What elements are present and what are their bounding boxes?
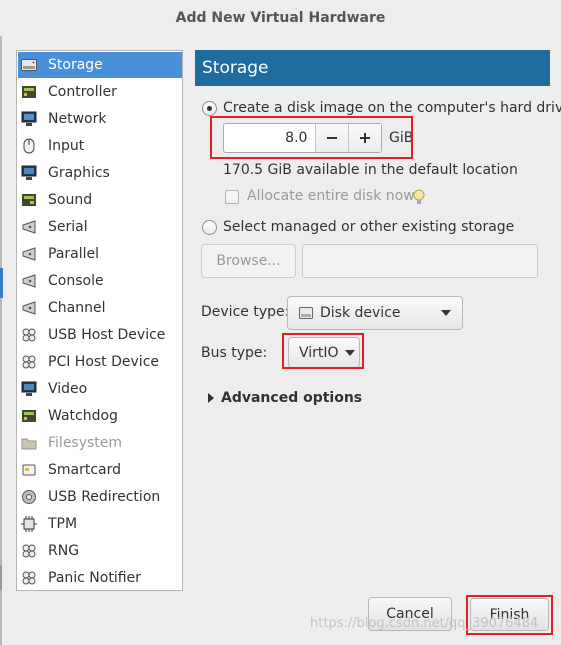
sound-card-icon [20, 191, 38, 209]
select-existing-label[interactable]: Select managed or other existing storage [223, 219, 514, 235]
monitor-icon [20, 380, 38, 398]
hw-item-label: Sound [48, 192, 93, 208]
watermark-text: https://blog.csdn.net/qq_39076484 [310, 616, 539, 631]
expander-arrow-icon[interactable] [208, 393, 214, 403]
section-header: Storage [195, 50, 550, 86]
allocate-disk-checkbox[interactable] [225, 190, 239, 204]
annotation-box-bus-type [282, 333, 364, 369]
available-space-text: 170.5 GiB available in the default locat… [223, 162, 518, 178]
hw-item-usb-host-device[interactable]: USB Host Device [18, 322, 182, 348]
hw-item-label: Parallel [48, 246, 100, 262]
chevron-down-icon [441, 310, 451, 316]
create-disk-label[interactable]: Create a disk image on the computer's ha… [223, 100, 561, 116]
hw-item-controller[interactable]: Controller [18, 79, 182, 105]
network-icon [20, 110, 38, 128]
browse-button[interactable]: Browse... [201, 244, 296, 278]
controller-icon [20, 83, 38, 101]
existing-storage-path-field[interactable] [302, 244, 538, 278]
usb-device-icon [20, 326, 38, 344]
hw-item-label: USB Redirection [48, 489, 161, 505]
hw-item-usb-redirection[interactable]: USB Redirection [18, 484, 182, 510]
hw-item-label: PCI Host Device [48, 354, 160, 370]
hw-item-network[interactable]: Network [18, 106, 182, 132]
allocate-disk-label[interactable]: Allocate entire disk now [247, 188, 415, 204]
rng-icon [20, 542, 38, 560]
bus-type-label: Bus type: [201, 345, 268, 361]
hw-item-pci-host-device[interactable]: PCI Host Device [18, 349, 182, 375]
hw-item-video[interactable]: Video [18, 376, 182, 402]
hw-item-graphics[interactable]: Graphics [18, 160, 182, 186]
hw-item-channel[interactable]: Channel [18, 295, 182, 321]
disk-device-icon [299, 306, 313, 320]
pci-device-icon [20, 353, 38, 371]
hw-item-input[interactable]: Input [18, 133, 182, 159]
hw-item-smartcard[interactable]: Smartcard [18, 457, 182, 483]
hw-item-label: Video [48, 381, 88, 397]
device-type-label: Device type: [201, 304, 290, 320]
smartcard-icon [20, 461, 38, 479]
hw-item-filesystem[interactable]: Filesystem [18, 430, 182, 456]
panic-notifier-icon [20, 569, 38, 587]
parent-window-marker [0, 268, 3, 298]
hw-item-label: USB Host Device [48, 327, 166, 343]
hw-item-storage[interactable]: Storage [18, 52, 182, 78]
hw-item-label: Filesystem [48, 435, 123, 451]
hw-item-label: Smartcard [48, 462, 122, 478]
hw-item-sound[interactable]: Sound [18, 187, 182, 213]
hw-item-label: Channel [48, 300, 106, 316]
hw-item-label: Serial [48, 219, 88, 235]
parent-window-edge [0, 36, 2, 645]
watchdog-icon [20, 407, 38, 425]
hardware-type-list[interactable]: Storage Controller Network Input Graphic… [16, 50, 183, 591]
hw-item-watchdog[interactable]: Watchdog [18, 403, 182, 429]
hw-item-label: Network [48, 111, 107, 127]
hw-item-serial[interactable]: Serial [18, 214, 182, 240]
hw-item-label: RNG [48, 543, 80, 559]
select-existing-radio[interactable] [202, 220, 217, 235]
lightbulb-icon [412, 188, 426, 210]
folder-icon [20, 434, 38, 452]
mouse-icon [20, 137, 38, 155]
device-type-dropdown[interactable]: Disk device [287, 296, 463, 330]
serial-port-icon [20, 218, 38, 236]
hw-item-label: Panic Notifier [48, 570, 141, 586]
hw-item-label: Graphics [48, 165, 110, 181]
create-disk-radio[interactable] [202, 101, 217, 116]
chip-icon [20, 515, 38, 533]
hw-item-label: Console [48, 273, 104, 289]
console-icon [20, 272, 38, 290]
channel-icon [20, 299, 38, 317]
annotation-box-disk-size [210, 116, 413, 159]
hard-disk-icon [20, 56, 38, 74]
parent-window-marker [0, 565, 2, 590]
hw-item-rng[interactable]: RNG [18, 538, 182, 564]
usb-redirection-icon [20, 488, 38, 506]
hw-item-label: TPM [48, 516, 78, 532]
advanced-options-expander[interactable]: Advanced options [221, 390, 362, 406]
hw-item-panic-notifier[interactable]: Panic Notifier [18, 565, 182, 591]
parallel-port-icon [20, 245, 38, 263]
dialog-title: Add New Virtual Hardware [0, 0, 561, 36]
monitor-icon [20, 164, 38, 182]
device-type-value: Disk device [320, 305, 401, 321]
hw-item-tpm[interactable]: TPM [18, 511, 182, 537]
hw-item-label: Storage [48, 57, 103, 73]
hw-item-label: Controller [48, 84, 117, 100]
hw-item-label: Input [48, 138, 85, 154]
hw-item-label: Watchdog [48, 408, 118, 424]
hw-item-parallel[interactable]: Parallel [18, 241, 182, 267]
hw-item-console[interactable]: Console [18, 268, 182, 294]
